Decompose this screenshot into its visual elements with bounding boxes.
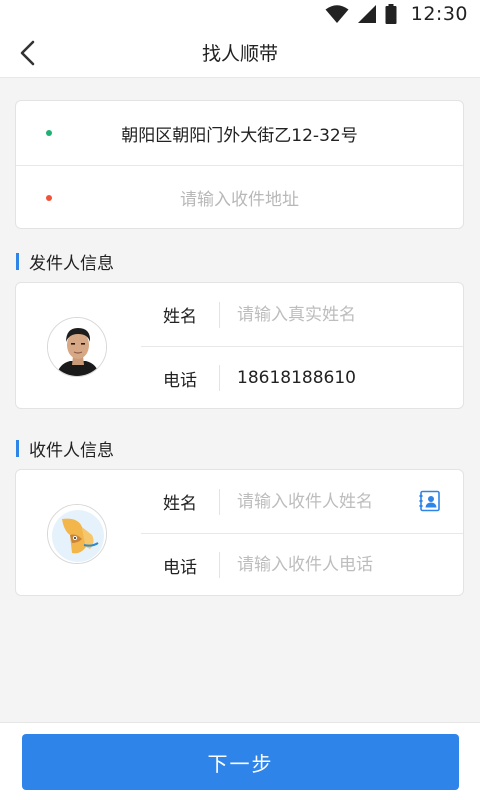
receiver-section-label: 收件人信息 [29,441,114,461]
sender-name-input[interactable] [237,304,417,325]
sender-avatar[interactable] [47,317,107,377]
receiver-name-input[interactable] [237,491,417,512]
receiver-fields: 姓名 电话 [141,470,463,595]
address-card: 朝阳区朝阳门外大街乙12-32号 请输入收件地址 [15,100,464,229]
sender-phone-row: 电话 [141,346,463,409]
receiver-card: 姓名 电话 [15,469,464,596]
sender-section-label: 发件人信息 [29,254,114,274]
next-step-button[interactable]: 下一步 [22,734,459,790]
sender-name-label: 姓名 [163,307,197,327]
person-photo-icon [48,318,106,376]
receiver-name-row: 姓名 [141,470,463,533]
from-address-text: 朝阳区朝阳门外大街乙12-32号 [121,125,358,146]
sender-card: 姓名 电话 [15,282,464,409]
to-dot-icon [46,195,52,201]
chevron-left-icon [20,40,35,66]
page-title: 找人顺带 [201,43,278,65]
contact-book-icon[interactable] [419,490,441,512]
receiver-section-title: 收件人信息 [16,436,114,461]
status-bar: 12:30 [0,0,480,28]
footer-bar: 下一步 [0,722,480,800]
mascot-icon [48,505,106,563]
back-button[interactable] [12,37,44,69]
receiver-name-label: 姓名 [163,494,197,514]
sender-section-title: 发件人信息 [16,249,114,274]
receiver-phone-row: 电话 [141,533,463,596]
from-address-row[interactable]: 朝阳区朝阳门外大街乙12-32号 [16,101,463,165]
divider [219,552,220,578]
receiver-phone-input[interactable] [237,555,417,575]
receiver-avatar[interactable] [47,504,107,564]
wifi-icon [325,5,349,23]
to-address-placeholder[interactable]: 请输入收件地址 [180,185,299,210]
to-address-row[interactable]: 请输入收件地址 [16,165,463,229]
section-accent-bar [16,440,19,457]
battery-icon [385,4,397,24]
divider [219,488,220,515]
sender-fields: 姓名 电话 [141,283,463,408]
signal-icon [357,5,376,23]
section-accent-bar [16,253,19,270]
divider [219,301,220,328]
sender-phone-label: 电话 [163,370,197,391]
receiver-phone-label: 电话 [163,557,197,578]
nav-bar: 找人顺带 [0,28,480,78]
sender-phone-input[interactable] [237,368,417,388]
status-time: 12:30 [410,3,468,25]
sender-name-row: 姓名 [141,283,463,346]
divider [219,365,220,391]
from-dot-icon [46,130,52,136]
